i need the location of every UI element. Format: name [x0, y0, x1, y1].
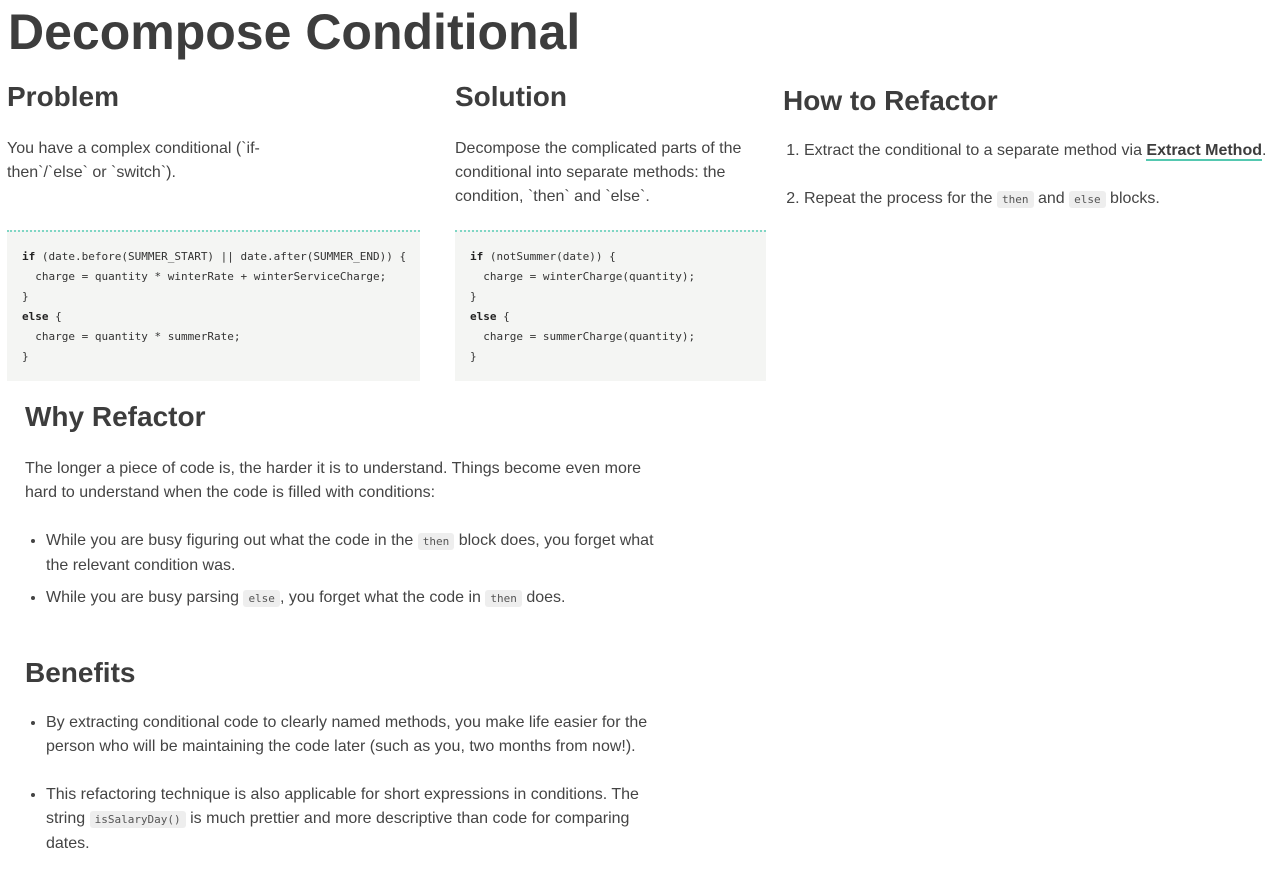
- code-line: if (date.before(SUMMER_START) || date.af…: [22, 250, 406, 263]
- extract-method-link[interactable]: Extract Method: [1146, 142, 1262, 161]
- benefits-heading: Benefits: [25, 657, 136, 688]
- problem-heading: Problem: [7, 81, 120, 112]
- code-line: }: [470, 350, 477, 363]
- code-text: {: [496, 310, 510, 323]
- solution-code-block: if (notSummer(date)) { charge = winterCh…: [455, 230, 766, 381]
- code-line: }: [22, 350, 29, 363]
- inline-code: then: [417, 533, 455, 550]
- code-line: }: [22, 290, 29, 303]
- how-to-refactor-heading: How to Refactor: [783, 85, 998, 116]
- list-item: While you are busy parsing else, you for…: [46, 586, 658, 611]
- inline-code: else: [1069, 191, 1106, 208]
- code-text: }: [22, 350, 29, 363]
- code-keyword: if: [470, 250, 484, 263]
- page-title: Decompose Conditional: [8, 4, 581, 60]
- code-text: (notSummer(date)) {: [483, 250, 616, 263]
- list-item: This refactoring technique is also appli…: [46, 783, 650, 856]
- problem-code-block: if (date.before(SUMMER_START) || date.af…: [7, 230, 420, 381]
- inline-code: then: [485, 590, 522, 607]
- code-text: }: [470, 290, 477, 303]
- code-keyword: if: [22, 250, 36, 263]
- code-line: charge = quantity * winterRate + winterS…: [22, 270, 386, 283]
- code-text: charge = quantity * winterRate + winterS…: [22, 270, 387, 283]
- benefits-list: By extracting conditional code to clearl…: [25, 711, 665, 856]
- why-refactor-text: The longer a piece of code is, the harde…: [25, 460, 642, 501]
- code-line: else {: [470, 310, 510, 323]
- list-item: By extracting conditional code to clearl…: [46, 711, 650, 759]
- code-line: charge = winterCharge(quantity);: [470, 270, 695, 283]
- solution-text: Decompose the complicated parts of the c…: [455, 140, 742, 205]
- refactor-step: Extract the conditional to a separate me…: [804, 139, 1283, 163]
- inline-code: else: [243, 590, 280, 607]
- solution-code: if (notSummer(date)) { charge = winterCh…: [470, 247, 751, 367]
- refactor-step: Repeat the process for the then and else…: [804, 187, 1283, 212]
- solution-section: Solution Decompose the complicated parts…: [455, 80, 766, 209]
- inline-code: isSalaryDay(): [89, 811, 186, 828]
- code-line: else {: [22, 310, 62, 323]
- code-keyword: else: [22, 310, 49, 323]
- problem-text: You have a complex conditional (`if-then…: [7, 140, 260, 181]
- inline-code: then: [997, 191, 1034, 208]
- refactor-steps: Extract the conditional to a separate me…: [783, 139, 1283, 212]
- code-line: charge = summerCharge(quantity);: [470, 330, 695, 343]
- code-text: charge = quantity * summerRate;: [22, 330, 241, 343]
- solution-heading: Solution: [455, 81, 567, 112]
- how-to-refactor-section: How to Refactor Extract the conditional …: [783, 84, 1283, 236]
- code-text: }: [22, 290, 29, 303]
- why-refactor-list: While you are busy figuring out what the…: [25, 529, 665, 611]
- why-refactor-section: Why Refactor The longer a piece of code …: [25, 400, 665, 619]
- benefits-section: Benefits By extracting conditional code …: [25, 656, 665, 880]
- code-text: charge = winterCharge(quantity);: [470, 270, 696, 283]
- code-line: if (notSummer(date)) {: [470, 250, 616, 263]
- list-item: While you are busy figuring out what the…: [46, 529, 658, 578]
- why-refactor-heading: Why Refactor: [25, 401, 206, 432]
- code-text: }: [470, 350, 477, 363]
- code-line: }: [470, 290, 477, 303]
- code-text: {: [48, 310, 62, 323]
- code-text: (date.before(SUMMER_START) || date.after…: [35, 250, 407, 263]
- code-text: charge = summerCharge(quantity);: [470, 330, 696, 343]
- code-keyword: else: [470, 310, 497, 323]
- code-line: charge = quantity * summerRate;: [22, 330, 241, 343]
- problem-section: Problem You have a complex conditional (…: [7, 80, 420, 185]
- problem-code: if (date.before(SUMMER_START) || date.af…: [22, 247, 406, 367]
